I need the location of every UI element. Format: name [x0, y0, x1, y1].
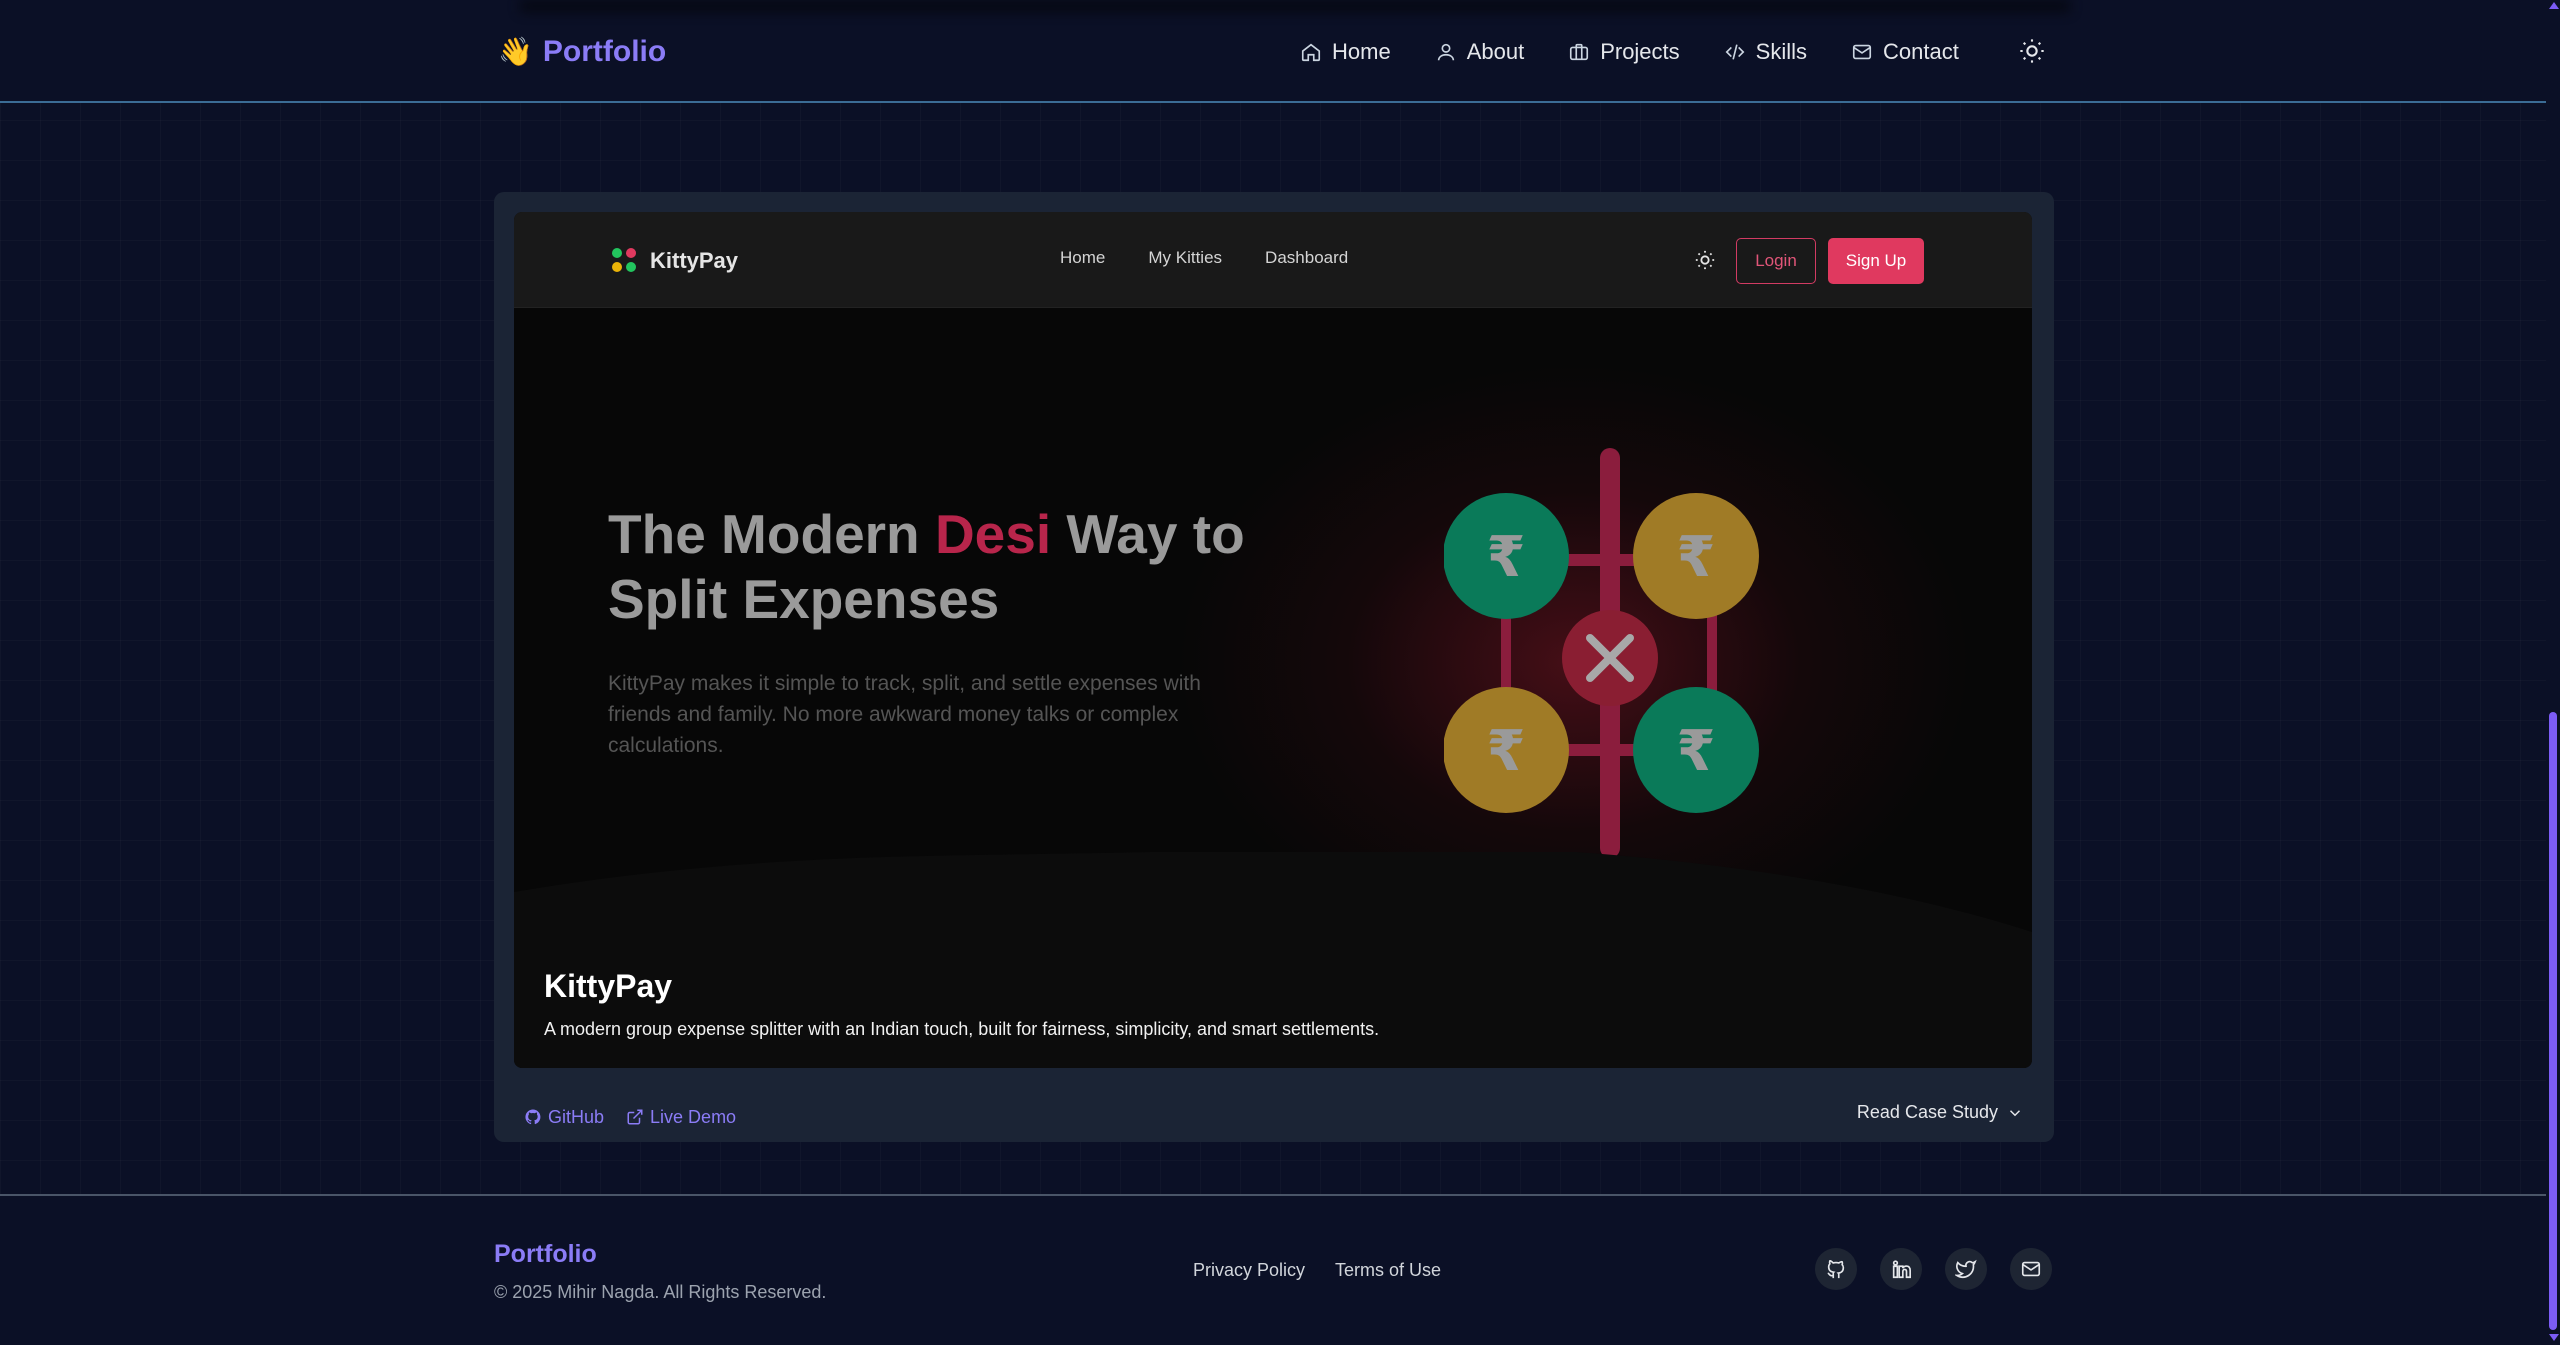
brand-logo[interactable]: 👋 Portfolio	[498, 30, 666, 74]
read-case-study-button[interactable]: Read Case Study	[1857, 1102, 2024, 1123]
mail-icon	[2021, 1261, 2041, 1277]
project-links: GitHub Live Demo Read Case Study	[524, 1102, 2024, 1132]
svg-text:₹: ₹	[1677, 719, 1716, 784]
github-link[interactable]: GitHub	[524, 1107, 604, 1128]
github-icon	[1827, 1260, 1845, 1279]
kittypay-logo-icon	[612, 248, 638, 274]
email-social-button[interactable]	[2010, 1248, 2052, 1290]
footer-links: Privacy Policy Terms of Use	[1193, 1260, 1441, 1281]
home-icon	[1301, 43, 1321, 62]
project-title: KittyPay	[544, 968, 673, 1004]
footer-copyright: © 2025 Mihir Nagda. All Rights Reserved.	[494, 1282, 827, 1302]
project-description: A modern group expense splitter with an …	[544, 1019, 1380, 1039]
chevron-down-icon	[2009, 1109, 2021, 1116]
external-link-icon	[627, 1109, 643, 1125]
preview-nav-links: Home My Kitties Dashboard	[1060, 248, 1348, 268]
mail-icon	[1852, 44, 1872, 60]
nav-contact[interactable]: Contact	[1851, 39, 1959, 65]
nav-home-label: Home	[1332, 39, 1391, 64]
terms-of-use-link[interactable]: Terms of Use	[1335, 1260, 1441, 1281]
twitter-social-button[interactable]	[1945, 1248, 1987, 1290]
scroll-up-arrow-icon[interactable]	[2549, 2, 2559, 9]
preview-navbar: KittyPay Home My Kitties Dashboard Login…	[514, 212, 2032, 308]
live-demo-label: Live Demo	[650, 1106, 737, 1127]
preview-brand-name: KittyPay	[650, 248, 739, 273]
waving-hand-icon: 👋	[498, 36, 533, 67]
linkedin-social-button[interactable]	[1880, 1248, 1922, 1290]
preview-nav-dashboard: Dashboard	[1265, 248, 1349, 267]
linkedin-icon	[1892, 1260, 1911, 1279]
nav-about-label: About	[1466, 39, 1525, 64]
preview-nav-my-kitties: My Kitties	[1148, 248, 1223, 267]
user-icon	[1437, 43, 1454, 61]
live-demo-link[interactable]: Live Demo	[626, 1107, 736, 1128]
nav-projects-label: Projects	[1600, 39, 1680, 64]
preview-sun-icon	[1694, 249, 1716, 271]
preview-logo: KittyPay	[612, 248, 738, 274]
headline-accent: Desi	[934, 503, 1052, 565]
nav-links: Home About Projects Skills Contact	[1300, 30, 1959, 74]
site-footer: Portfolio © 2025 Mihir Nagda. All Rights…	[0, 1194, 2546, 1345]
scrollbar-thumb[interactable]	[2549, 712, 2557, 1330]
sun-icon	[2020, 39, 2044, 63]
twitter-icon	[1955, 1259, 1977, 1279]
preview-signup-button: Sign Up	[1828, 238, 1924, 284]
preview-nav-home: Home	[1060, 248, 1106, 267]
nav-contact-label: Contact	[1883, 39, 1959, 64]
svg-text:₹: ₹	[1677, 525, 1716, 590]
abacus-coins-illustration: ₹ ₹ ₹ ₹	[1444, 448, 1759, 858]
svg-text:₹: ₹	[1487, 525, 1526, 590]
project-caption: KittyPay A modern group expense splitter…	[544, 968, 1944, 1040]
nav-projects[interactable]: Projects	[1568, 39, 1680, 65]
top-shadow	[520, 0, 2070, 12]
brand-name: Portfolio	[542, 35, 667, 68]
nav-skills-label: Skills	[1755, 39, 1808, 64]
preview-subcopy: KittyPay makes it simple to track, split…	[608, 672, 1201, 757]
nav-home[interactable]: Home	[1300, 39, 1391, 65]
code-icon	[1725, 44, 1745, 60]
preview-login-button: Login	[1736, 238, 1816, 284]
top-navbar: 👋 Portfolio Home About Projects Skills C…	[0, 0, 2546, 103]
preview-headline: The Modern Desi Way to Split Expenses	[608, 503, 1245, 630]
social-links	[1815, 1248, 2052, 1290]
read-case-study-label: Read Case Study	[1856, 1102, 1998, 1122]
privacy-policy-link[interactable]: Privacy Policy	[1193, 1260, 1305, 1281]
svg-text:₹: ₹	[1487, 719, 1526, 784]
scroll-down-arrow-icon[interactable]	[2549, 1334, 2559, 1341]
project-card: KittyPay Home My Kitties Dashboard Login…	[494, 192, 2054, 1142]
theme-toggle-button[interactable]	[2018, 37, 2046, 65]
github-icon	[525, 1109, 541, 1125]
nav-skills[interactable]: Skills	[1724, 39, 1807, 65]
briefcase-icon	[1570, 43, 1589, 61]
project-preview-image[interactable]: KittyPay Home My Kitties Dashboard Login…	[514, 212, 2032, 1068]
github-social-button[interactable]	[1815, 1248, 1857, 1290]
nav-about[interactable]: About	[1435, 39, 1525, 65]
footer-brand[interactable]: Portfolio	[494, 1240, 597, 1269]
github-link-label: GitHub	[548, 1106, 605, 1127]
